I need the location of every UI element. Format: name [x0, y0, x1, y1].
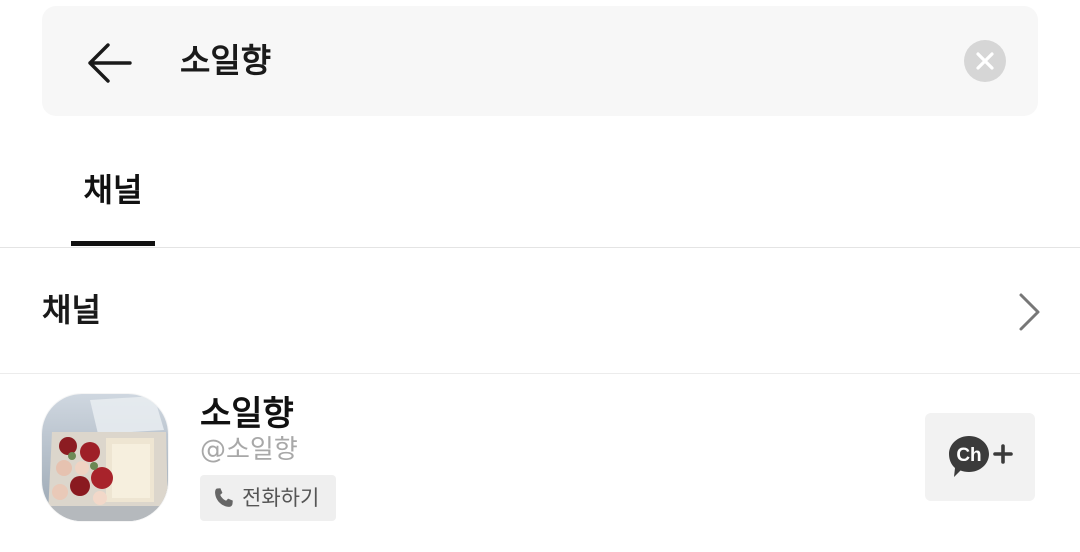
search-results-screen: 소일향 채널 채널 소일향 @소일향 전화하기 Ch — [0, 0, 1080, 552]
channel-handle: @소일향 — [200, 435, 298, 465]
channel-name[interactable]: 소일향 — [200, 392, 294, 436]
clear-circle-icon — [976, 52, 994, 70]
channel-profile-image — [42, 394, 168, 521]
section-title: 채널 — [42, 291, 101, 329]
clear-search-button[interactable] — [964, 40, 1006, 82]
active-tab-indicator — [71, 241, 155, 246]
channel-add-icon: Ch — [949, 436, 1013, 477]
tab-label: 채널 — [83, 171, 143, 209]
search-input[interactable]: 소일향 — [180, 39, 271, 83]
chevron-right-icon — [1019, 293, 1040, 331]
phone-icon — [215, 488, 233, 507]
tab-channel[interactable]: 채널 — [71, 148, 155, 248]
channel-badge-text: Ch — [956, 445, 981, 466]
channel-list-item: 소일향 @소일향 전화하기 Ch — [0, 374, 1080, 552]
back-button[interactable] — [84, 38, 134, 88]
call-label: 전화하기 — [242, 486, 320, 510]
arrow-left-icon — [88, 43, 132, 83]
call-button[interactable]: 전화하기 — [200, 475, 336, 521]
channel-section-header[interactable]: 채널 — [0, 248, 1080, 373]
add-channel-button[interactable]: Ch — [925, 413, 1035, 501]
channel-avatar[interactable] — [42, 394, 168, 521]
search-bar: 소일향 — [42, 6, 1038, 116]
